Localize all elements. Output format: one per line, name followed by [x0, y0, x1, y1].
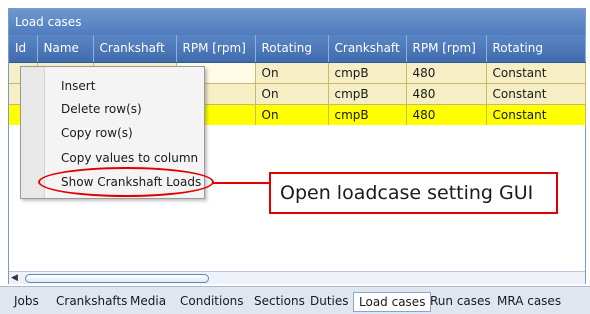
- cell-rpm-2[interactable]: 480: [406, 104, 487, 126]
- highlight-ellipse: [38, 167, 214, 197]
- cell-crankshaft-2[interactable]: cmpB: [328, 104, 407, 126]
- scrollbar-thumb[interactable]: [25, 274, 209, 283]
- window-title: Load cases: [9, 9, 585, 35]
- tab-conditions[interactable]: Conditions: [180, 292, 244, 312]
- cell-rotating-2[interactable]: Constant: [486, 104, 586, 126]
- column-header-crankshaft-2[interactable]: Crankshaft: [328, 35, 407, 63]
- cell-crankshaft-2[interactable]: cmpB: [328, 62, 407, 84]
- tab-jobs[interactable]: Jobs: [14, 292, 39, 312]
- cell-rpm-2[interactable]: 480: [406, 83, 487, 105]
- menu-item-copy-rows[interactable]: Copy row(s): [61, 126, 133, 140]
- annotation-callout: Open loadcase setting GUI: [269, 172, 558, 214]
- cell-rotating-2[interactable]: Constant: [486, 62, 586, 84]
- tab-duties[interactable]: Duties: [310, 292, 349, 312]
- callout-connector-line: [213, 182, 269, 184]
- menu-item-insert[interactable]: Insert: [61, 79, 95, 93]
- tab-load-cases[interactable]: Load cases: [353, 292, 432, 312]
- column-header-rotating[interactable]: Rotating: [255, 35, 329, 63]
- tab-run-cases[interactable]: Run cases: [430, 292, 491, 312]
- menu-item-delete-rows[interactable]: Delete row(s): [61, 102, 142, 116]
- grid-header-row: Id Name Crankshaft RPM [rpm] Rotating Cr…: [9, 35, 586, 63]
- cell-rotating[interactable]: On: [255, 83, 329, 105]
- column-header-rpm-2[interactable]: RPM [rpm]: [406, 35, 487, 63]
- horizontal-scrollbar[interactable]: ◀: [9, 271, 585, 284]
- cell-rotating[interactable]: On: [255, 62, 329, 84]
- scroll-left-icon[interactable]: ◀: [11, 273, 18, 284]
- column-header-crankshaft[interactable]: Crankshaft: [93, 35, 177, 63]
- tab-sections[interactable]: Sections: [254, 292, 305, 312]
- column-header-name[interactable]: Name: [37, 35, 94, 63]
- tab-media[interactable]: Media: [130, 292, 166, 312]
- column-header-rpm[interactable]: RPM [rpm]: [176, 35, 256, 63]
- menu-item-copy-values-to-column[interactable]: Copy values to column: [61, 151, 198, 165]
- tab-mra-cases[interactable]: MRA cases: [497, 292, 561, 312]
- cell-rotating[interactable]: On: [255, 104, 329, 126]
- cell-crankshaft-2[interactable]: cmpB: [328, 83, 407, 105]
- column-header-rotating-2[interactable]: Rotating: [486, 35, 586, 63]
- column-header-id[interactable]: Id: [9, 35, 38, 63]
- tab-crankshafts[interactable]: Crankshafts: [56, 292, 127, 312]
- cell-rotating-2[interactable]: Constant: [486, 83, 586, 105]
- cell-rpm-2[interactable]: 480: [406, 62, 487, 84]
- bottom-tab-bar: Jobs Crankshafts Media Conditions Sectio…: [0, 286, 590, 314]
